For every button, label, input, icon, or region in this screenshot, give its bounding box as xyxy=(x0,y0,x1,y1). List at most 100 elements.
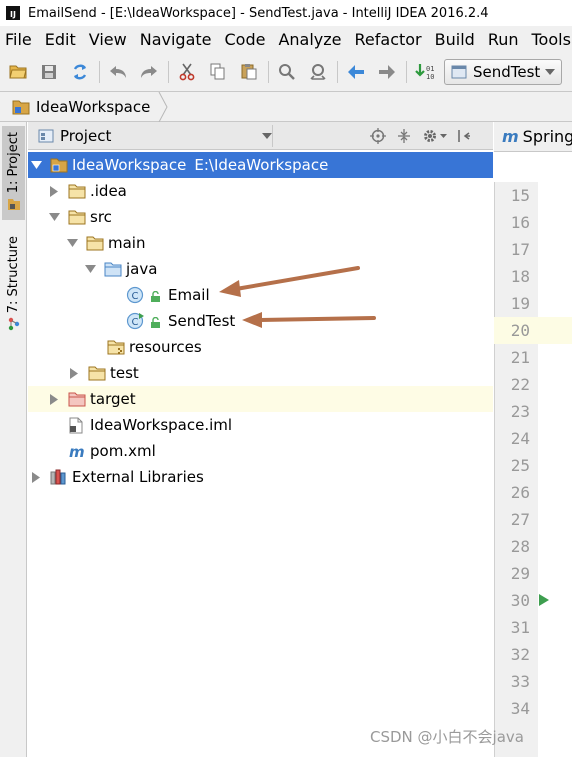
save-icon[interactable] xyxy=(37,60,61,84)
tree-node-email-label: Email xyxy=(168,286,210,304)
maven-file-icon: m xyxy=(68,443,86,459)
tree-node-resources[interactable]: resources xyxy=(28,334,493,360)
run-gutter-icon[interactable] xyxy=(538,593,550,607)
collapsed-arrow-icon[interactable] xyxy=(48,393,60,405)
line-number: 17 xyxy=(510,240,530,259)
collapsed-arrow-icon[interactable] xyxy=(48,185,60,197)
tree-node-main-label: main xyxy=(108,234,146,252)
collapse-all-icon[interactable] xyxy=(391,128,417,144)
tree-node-external-libraries-label: External Libraries xyxy=(72,468,204,486)
expand-arrow-icon[interactable] xyxy=(66,237,78,249)
line-number: 16 xyxy=(510,213,530,232)
menu-analyze[interactable]: Analyze xyxy=(272,30,348,49)
project-view-select[interactable]: Project xyxy=(28,124,273,147)
hide-panel-icon[interactable] xyxy=(451,129,477,143)
tree-node-external-libraries[interactable]: External Libraries xyxy=(28,464,493,490)
maven-file-icon: m xyxy=(502,127,519,146)
tree-node-sendtest-label: SendTest xyxy=(168,312,236,330)
find-icon[interactable] xyxy=(275,60,299,84)
tree-node-idea[interactable]: .idea xyxy=(28,178,493,204)
toolbar-separator xyxy=(406,60,407,83)
chevron-down-icon xyxy=(262,132,272,139)
collapsed-arrow-icon[interactable] xyxy=(30,471,42,483)
project-view-icon xyxy=(38,129,54,142)
line-number: 27 xyxy=(510,510,530,529)
tree-node-test[interactable]: test xyxy=(28,360,493,386)
access-open-icon xyxy=(150,289,162,302)
line-number: 30 xyxy=(510,591,530,610)
window-title: EmailSend - [E:\IdeaWorkspace] - SendTes… xyxy=(28,5,489,21)
line-number: 29 xyxy=(510,564,530,583)
tab-structure-label: 7: Structure xyxy=(6,236,21,314)
expand-arrow-icon[interactable] xyxy=(30,159,42,171)
breadcrumb-project[interactable]: IdeaWorkspace xyxy=(36,98,150,116)
undo-icon[interactable] xyxy=(106,60,130,84)
expand-arrow-icon[interactable] xyxy=(48,211,60,223)
line-number: 26 xyxy=(510,483,530,502)
cut-icon[interactable] xyxy=(175,60,199,84)
tree-node-email[interactable]: C Email xyxy=(28,282,493,308)
replace-icon[interactable] xyxy=(306,60,330,84)
open-folder-icon[interactable] xyxy=(6,60,30,84)
sync-icon[interactable] xyxy=(68,60,92,84)
line-number: 31 xyxy=(510,618,530,637)
tree-node-idea-label: .idea xyxy=(90,182,127,200)
tree-node-main[interactable]: main xyxy=(28,230,493,256)
menu-run[interactable]: Run xyxy=(482,30,526,49)
tab-project[interactable]: 1: Project xyxy=(2,126,25,220)
editor-tab-spring[interactable]: m Spring xyxy=(494,122,572,152)
svg-text:01: 01 xyxy=(426,65,434,73)
title-bar: IJ EmailSend - [E:\IdeaWorkspace] - Send… xyxy=(0,0,572,26)
watermark: CSDN @小白不会java xyxy=(370,728,524,746)
folder-icon xyxy=(88,365,106,381)
run-config-label: SendTest xyxy=(473,62,541,81)
line-number: 18 xyxy=(510,267,530,286)
line-number: 32 xyxy=(510,645,530,664)
settings-gear-icon[interactable] xyxy=(417,128,451,144)
run-configuration-select[interactable]: SendTest xyxy=(444,58,562,85)
svg-text:10: 10 xyxy=(426,73,434,81)
menu-view[interactable]: View xyxy=(83,30,134,49)
line-number: 25 xyxy=(510,456,530,475)
editor-tab-label: Spring xyxy=(522,127,572,146)
forward-icon[interactable] xyxy=(375,60,399,84)
menu-code[interactable]: Code xyxy=(219,30,273,49)
access-open-icon xyxy=(150,315,162,328)
tree-node-target[interactable]: target xyxy=(28,386,493,412)
paste-icon[interactable] xyxy=(237,60,261,84)
line-number: 19 xyxy=(510,294,530,313)
back-icon[interactable] xyxy=(344,60,368,84)
code-area[interactable] xyxy=(538,182,572,757)
line-number: 33 xyxy=(510,672,530,691)
folder-icon xyxy=(68,183,86,199)
tab-structure[interactable]: 7: Structure xyxy=(2,232,25,332)
tree-node-root[interactable]: IdeaWorkspace E:\IdeaWorkspace xyxy=(28,152,493,178)
menu-build[interactable]: Build xyxy=(429,30,482,49)
project-tree: IdeaWorkspace E:\IdeaWorkspace .idea src… xyxy=(28,151,494,757)
expand-arrow-icon[interactable] xyxy=(84,263,96,275)
menu-navigate[interactable]: Navigate xyxy=(134,30,219,49)
toolbar-separator xyxy=(337,60,338,83)
line-number: 21 xyxy=(510,348,530,367)
tree-node-pom[interactable]: m pom.xml xyxy=(28,438,493,464)
menu-edit[interactable]: Edit xyxy=(39,30,83,49)
resources-folder-icon xyxy=(107,339,125,355)
tree-node-target-label: target xyxy=(90,390,136,408)
menu-file[interactable]: File xyxy=(0,30,39,49)
tree-node-sendtest[interactable]: C SendTest xyxy=(28,308,493,334)
tree-node-iml[interactable]: IdeaWorkspace.iml xyxy=(28,412,493,438)
collapsed-arrow-icon[interactable] xyxy=(68,367,80,379)
redo-icon[interactable] xyxy=(137,60,161,84)
build-icon[interactable]: 01 10 xyxy=(413,60,437,84)
main-toolbar: 01 10 SendTest xyxy=(0,52,572,92)
tree-node-src[interactable]: src xyxy=(28,204,493,230)
tree-node-src-label: src xyxy=(90,208,112,226)
tree-node-java[interactable]: java xyxy=(28,256,493,282)
scroll-from-source-icon[interactable] xyxy=(365,127,391,144)
project-view-label: Project xyxy=(60,126,112,145)
copy-icon[interactable] xyxy=(206,60,230,84)
menu-refactor[interactable]: Refactor xyxy=(349,30,429,49)
libraries-icon xyxy=(50,469,68,485)
tree-node-iml-label: IdeaWorkspace.iml xyxy=(90,416,233,434)
menu-tools[interactable]: Tools xyxy=(526,30,572,49)
